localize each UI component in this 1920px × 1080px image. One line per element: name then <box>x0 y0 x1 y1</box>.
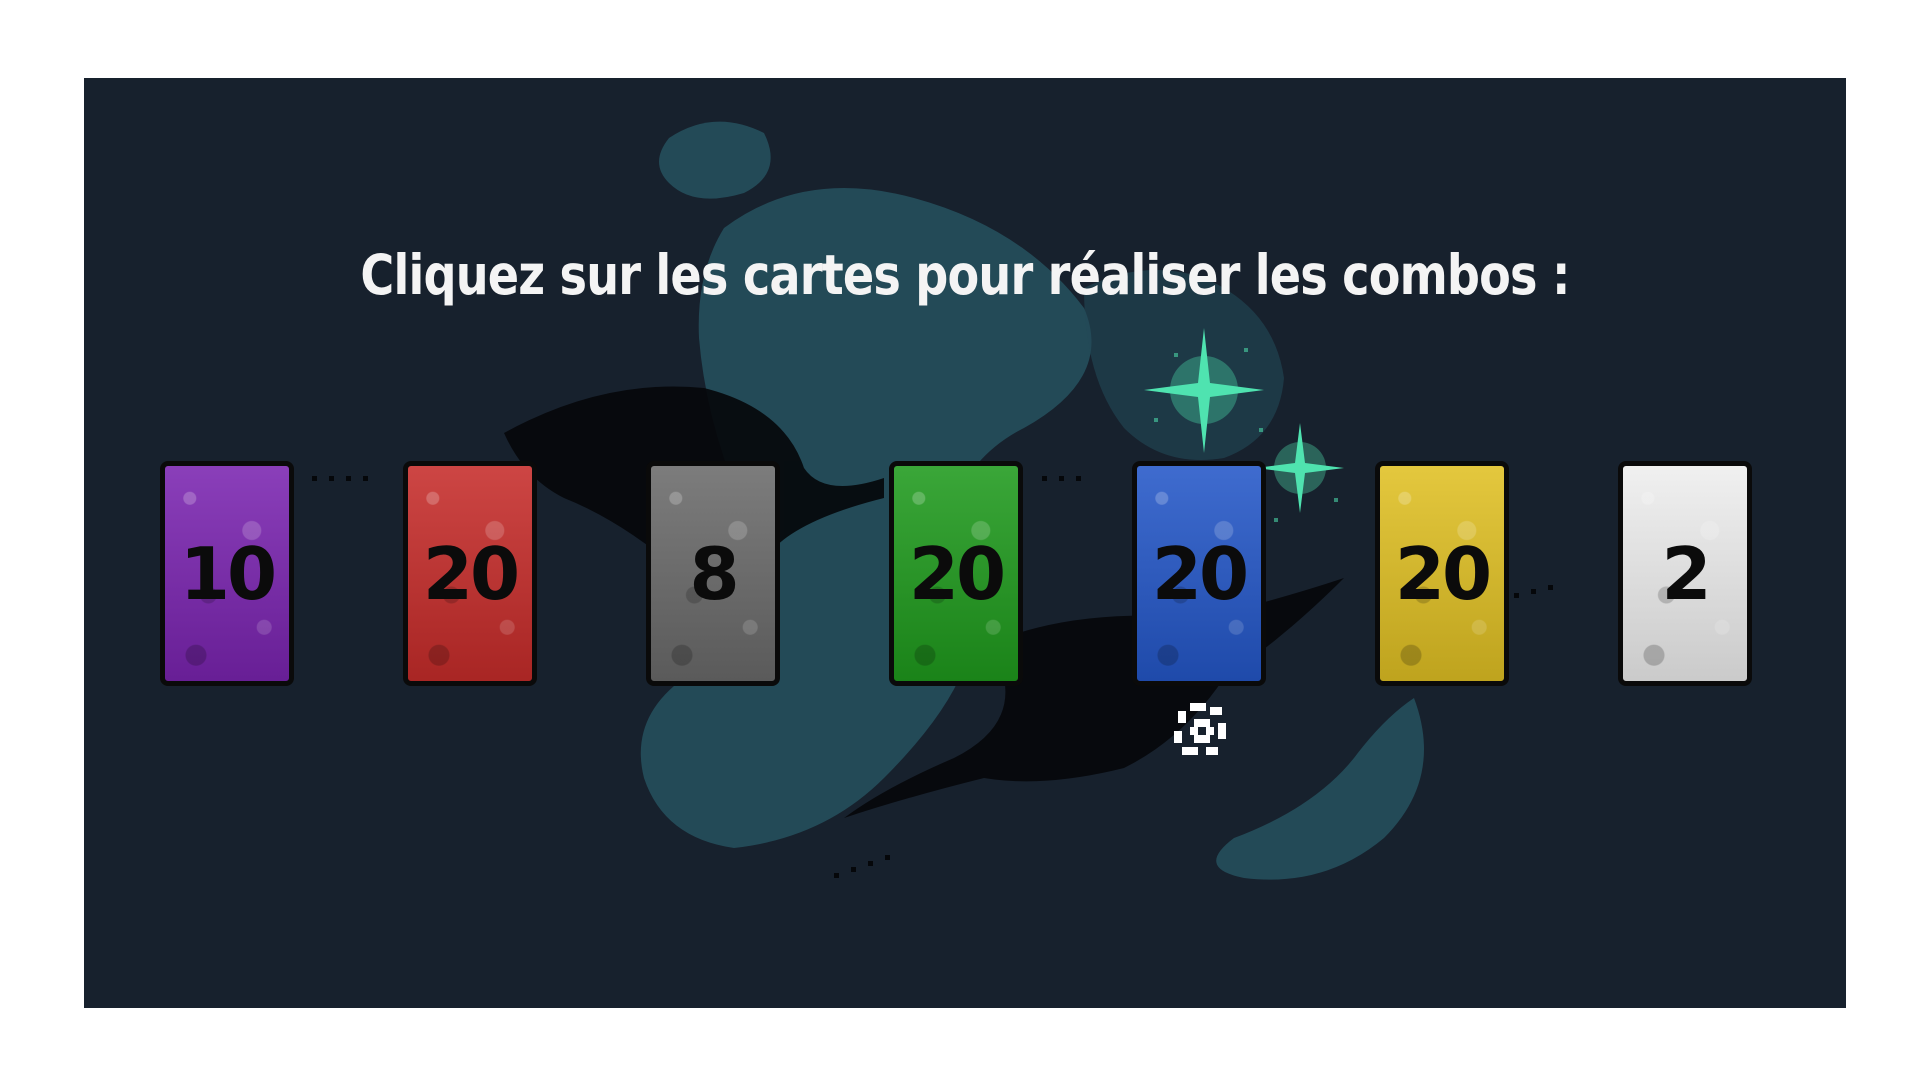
card-value: 2 <box>1661 531 1711 616</box>
card-red[interactable]: 20 <box>403 461 537 686</box>
card-value: 8 <box>689 531 739 616</box>
pixel-spinner-icon <box>1174 703 1226 755</box>
card-value: 10 <box>179 531 277 616</box>
card-blue[interactable]: 20 <box>1132 461 1266 686</box>
card-gray[interactable]: 8 <box>646 461 780 686</box>
card-white[interactable]: 2 <box>1618 461 1752 686</box>
card-row: 10 20 8 20 20 20 2 <box>84 78 1846 1008</box>
game-board: Cliquez sur les cartes pour réaliser les… <box>84 78 1846 1008</box>
card-green[interactable]: 20 <box>889 461 1023 686</box>
card-yellow[interactable]: 20 <box>1375 461 1509 686</box>
card-value: 20 <box>422 531 520 616</box>
instruction-text: Cliquez sur les cartes pour réaliser les… <box>360 243 1570 307</box>
card-value: 20 <box>908 531 1006 616</box>
card-value: 20 <box>1151 531 1249 616</box>
card-value: 20 <box>1394 531 1492 616</box>
card-purple[interactable]: 10 <box>160 461 294 686</box>
